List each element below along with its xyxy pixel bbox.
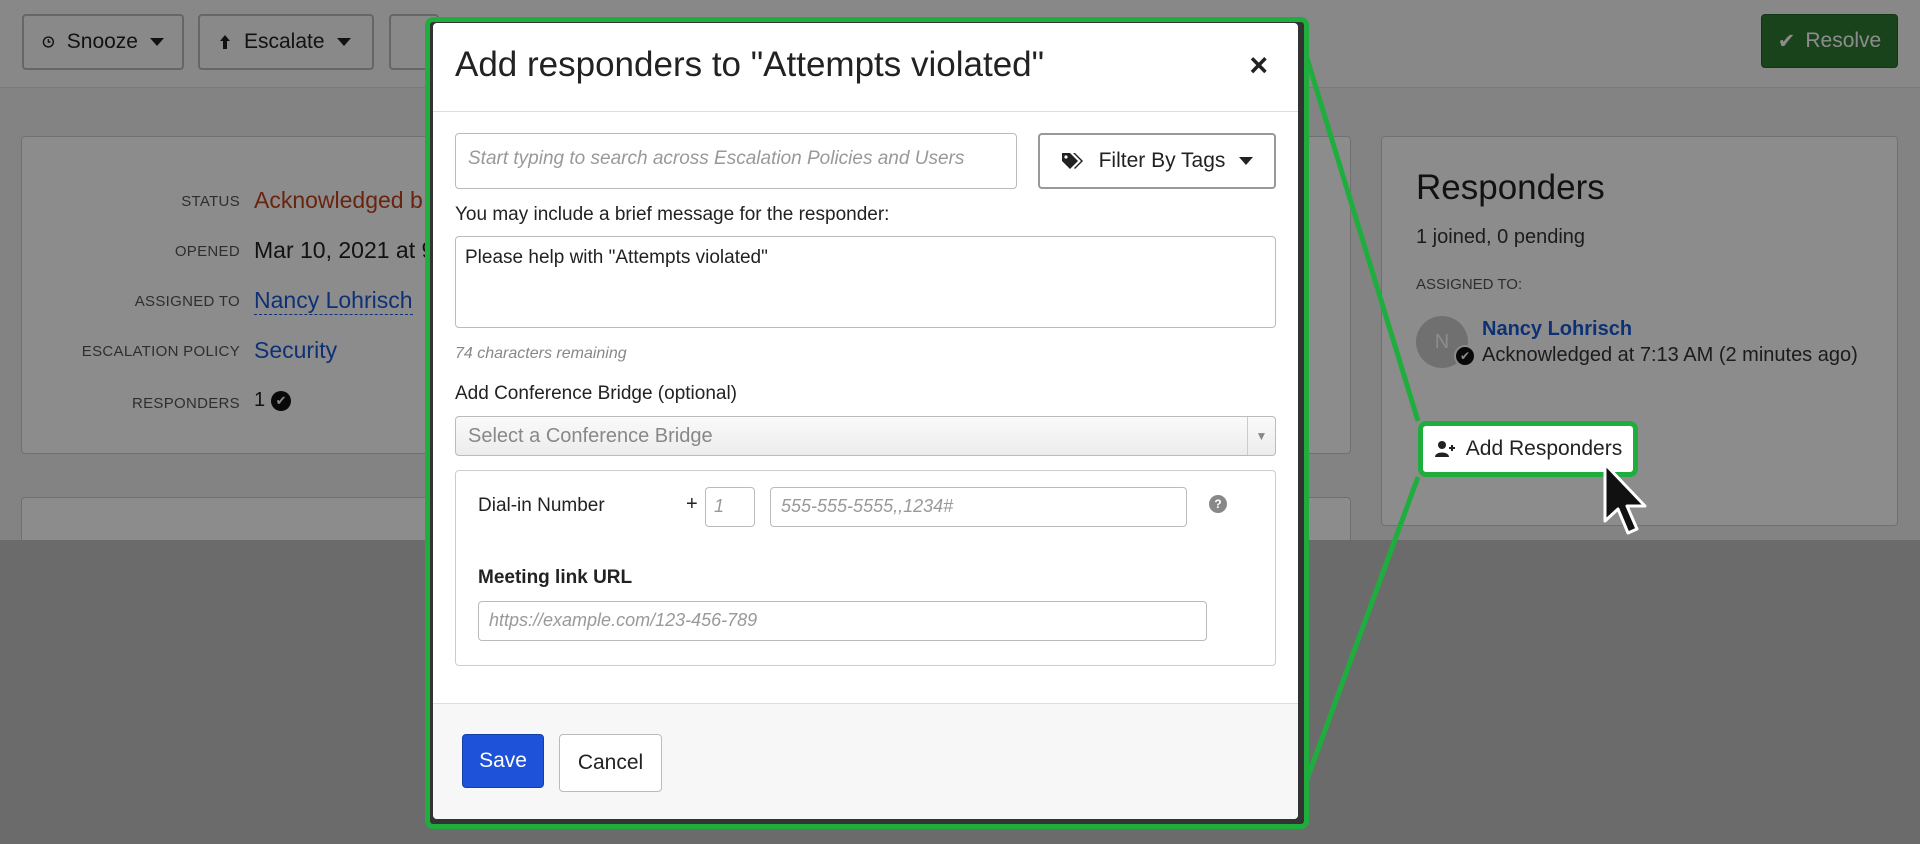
message-textarea[interactable]: Please help with "Attempts violated" <box>455 236 1276 328</box>
responder-search-input[interactable]: Start typing to search across Escalation… <box>455 133 1017 189</box>
message-label: You may include a brief message for the … <box>455 204 890 225</box>
add-responders-label: Add Responders <box>1465 437 1623 460</box>
conference-bridge-placeholder: Select a Conference Bridge <box>468 425 713 447</box>
mouse-cursor-icon <box>1603 462 1647 535</box>
user-plus-icon <box>1434 441 1455 457</box>
modal-footer: Save Cancel <box>433 703 1298 819</box>
chevron-down-icon <box>1239 157 1254 165</box>
dial-in-label: Dial-in Number <box>478 495 605 516</box>
tags-icon <box>1061 153 1083 169</box>
meeting-link-input[interactable]: https://example.com/123-456-789 <box>478 601 1207 641</box>
conference-bridge-label: Add Conference Bridge (optional) <box>455 383 738 404</box>
modal-title: Add responders to "Attempts violated" <box>455 45 1045 84</box>
save-button[interactable]: Save <box>462 734 544 788</box>
country-code-input[interactable]: 1 <box>705 487 755 527</box>
help-icon[interactable]: ? <box>1209 495 1227 513</box>
filter-by-tags-label: Filter By Tags <box>1098 149 1226 172</box>
cancel-button[interactable]: Cancel <box>559 734 662 792</box>
dropdown-arrow-icon: ▼ <box>1247 417 1275 455</box>
dial-in-number-input[interactable]: 555-555-5555,,1234# <box>770 487 1187 527</box>
meeting-link-label: Meeting link URL <box>478 567 633 588</box>
plus-sign: + <box>686 493 698 515</box>
modal-header-divider <box>433 111 1298 112</box>
filter-by-tags-button[interactable]: Filter By Tags <box>1038 133 1276 189</box>
conference-bridge-select[interactable]: Select a Conference Bridge ▼ <box>455 416 1276 456</box>
characters-remaining: 74 characters remaining <box>455 345 627 362</box>
close-icon[interactable]: × <box>1249 47 1268 84</box>
conference-bridge-fields: Dial-in Number + 1 555-555-5555,,1234# ?… <box>455 470 1276 666</box>
add-responders-modal: Add responders to "Attempts violated" × … <box>433 23 1298 819</box>
